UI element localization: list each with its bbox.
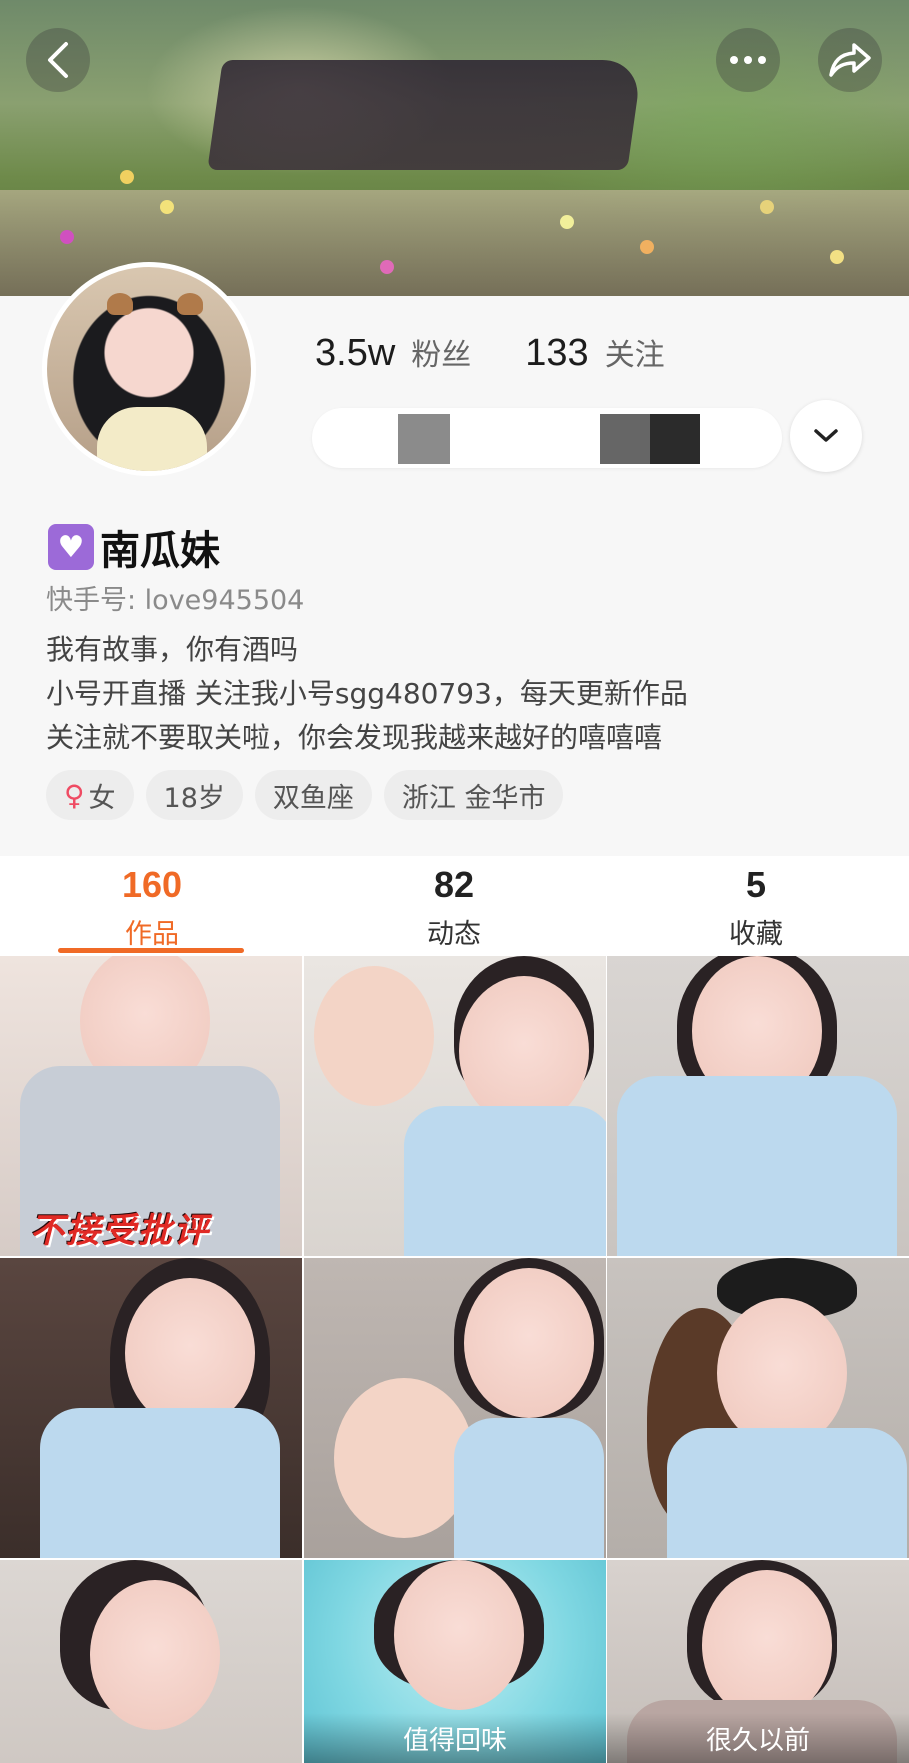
ear-accessory <box>107 293 133 315</box>
name-row: ♥ 南瓜妹 <box>48 518 220 576</box>
thumbnail-face <box>459 976 589 1126</box>
zodiac-tag: 双鱼座 <box>254 770 372 820</box>
flower <box>830 250 844 264</box>
profile-stats: 3.5w 粉丝 133 关注 <box>315 330 703 375</box>
female-icon: ♀ <box>64 778 85 812</box>
video-thumbnail[interactable]: 不接受批评 <box>0 956 302 1256</box>
video-thumbnail[interactable] <box>304 1258 606 1558</box>
thumbnail-caption: 很久以前 <box>607 1713 909 1763</box>
gender-tag: ♀ 女 <box>46 770 134 820</box>
tab-moments[interactable]: 82 动态 <box>364 864 544 951</box>
flower <box>380 260 394 274</box>
ear-accessory <box>177 293 203 315</box>
thumbnail-face <box>125 1278 255 1428</box>
avatar-dress <box>97 407 207 471</box>
heart-glyph: ♥ <box>57 529 85 565</box>
following-label[interactable]: 关注 <box>605 330 665 374</box>
flower <box>640 240 654 254</box>
video-thumbnail[interactable]: 值得回味 <box>304 1560 606 1763</box>
tab-label: 动态 <box>427 919 481 950</box>
active-tab-indicator <box>58 948 244 953</box>
username: 南瓜妹 <box>100 528 220 574</box>
tab-count: 5 <box>745 864 767 905</box>
followers-count[interactable]: 3.5w <box>315 332 395 375</box>
follow-action-bar[interactable] <box>312 408 782 468</box>
video-thumbnail[interactable] <box>0 1560 302 1763</box>
age-tag: 18岁 <box>145 770 243 820</box>
bio-line: 关注就不要取关啦，你会发现我越来越好的嘻嘻嘻 <box>46 721 663 754</box>
content-tabs: 160 作品 82 动态 5 收藏 <box>0 856 909 956</box>
redacted-block <box>398 414 450 464</box>
followers-label[interactable]: 粉丝 <box>411 330 471 374</box>
thumbnail-clothing <box>617 1076 897 1256</box>
thumbnail-clothing <box>454 1418 604 1558</box>
thumbnail-baby <box>334 1378 474 1538</box>
flower <box>760 200 774 214</box>
more-button[interactable] <box>716 28 780 92</box>
kuaishou-id: 快手号: love945504 <box>46 585 305 616</box>
tab-label: 收藏 <box>729 919 783 950</box>
tab-count: 82 <box>433 864 475 905</box>
profile-tags: ♀ 女 18岁 双鱼座 浙江 金华市 <box>46 770 564 820</box>
video-thumbnail[interactable] <box>607 956 909 1256</box>
thumbnail-clothing <box>404 1106 606 1256</box>
flower <box>60 230 74 244</box>
thumbnail-face <box>702 1570 832 1720</box>
piano-illustration <box>207 60 643 170</box>
gender-label: 女 <box>88 782 116 814</box>
works-grid: 不接受批评 值得回味 很久以前 <box>0 956 909 1763</box>
thumbnail-face <box>90 1580 220 1730</box>
share-icon <box>829 43 871 77</box>
thumbnail-overlay-text: 不接受批评 <box>30 1211 210 1251</box>
thumbnail-clothing <box>40 1408 280 1558</box>
bio-line: 我有故事，你有酒吗 <box>46 633 299 666</box>
following-count[interactable]: 133 <box>525 332 588 375</box>
thumbnail-caption: 值得回味 <box>304 1713 606 1763</box>
bio-line: 小号开直播 关注我小号sgg480793，每天更新作品 <box>46 677 688 710</box>
more-dots-icon <box>730 56 766 64</box>
thumbnail-baby <box>314 966 434 1106</box>
expand-button[interactable] <box>790 400 862 472</box>
bio: 我有故事，你有酒吗 小号开直播 关注我小号sgg480793，每天更新作品 关注… <box>46 628 688 760</box>
video-thumbnail[interactable] <box>304 956 606 1256</box>
tab-works[interactable]: 160 作品 <box>62 864 242 951</box>
location-label: 浙江 金华市 <box>401 782 546 814</box>
tab-label: 作品 <box>125 919 179 950</box>
location-tag: 浙江 金华市 <box>383 770 564 820</box>
flower <box>160 200 174 214</box>
chevron-down-icon <box>814 429 838 442</box>
zodiac-label: 双鱼座 <box>272 782 354 814</box>
thumbnail-face <box>464 1268 594 1418</box>
redacted-block <box>650 414 700 464</box>
thumbnail-face <box>717 1298 847 1448</box>
video-thumbnail[interactable] <box>607 1258 909 1558</box>
tab-count: 160 <box>121 864 183 905</box>
video-thumbnail[interactable]: 很久以前 <box>607 1560 909 1763</box>
thumbnail-clothing <box>667 1428 907 1558</box>
thumbnail-face <box>394 1560 524 1710</box>
age-label: 18岁 <box>163 782 225 814</box>
avatar[interactable] <box>42 262 256 476</box>
video-thumbnail[interactable] <box>0 1258 302 1558</box>
redacted-block <box>600 414 652 464</box>
flower <box>120 170 134 184</box>
purple-heart-icon: ♥ <box>48 524 94 570</box>
flower <box>560 215 574 229</box>
back-arrow-icon <box>48 42 68 78</box>
share-button[interactable] <box>818 28 882 92</box>
back-button[interactable] <box>26 28 90 92</box>
tab-saved[interactable]: 5 收藏 <box>666 864 846 951</box>
